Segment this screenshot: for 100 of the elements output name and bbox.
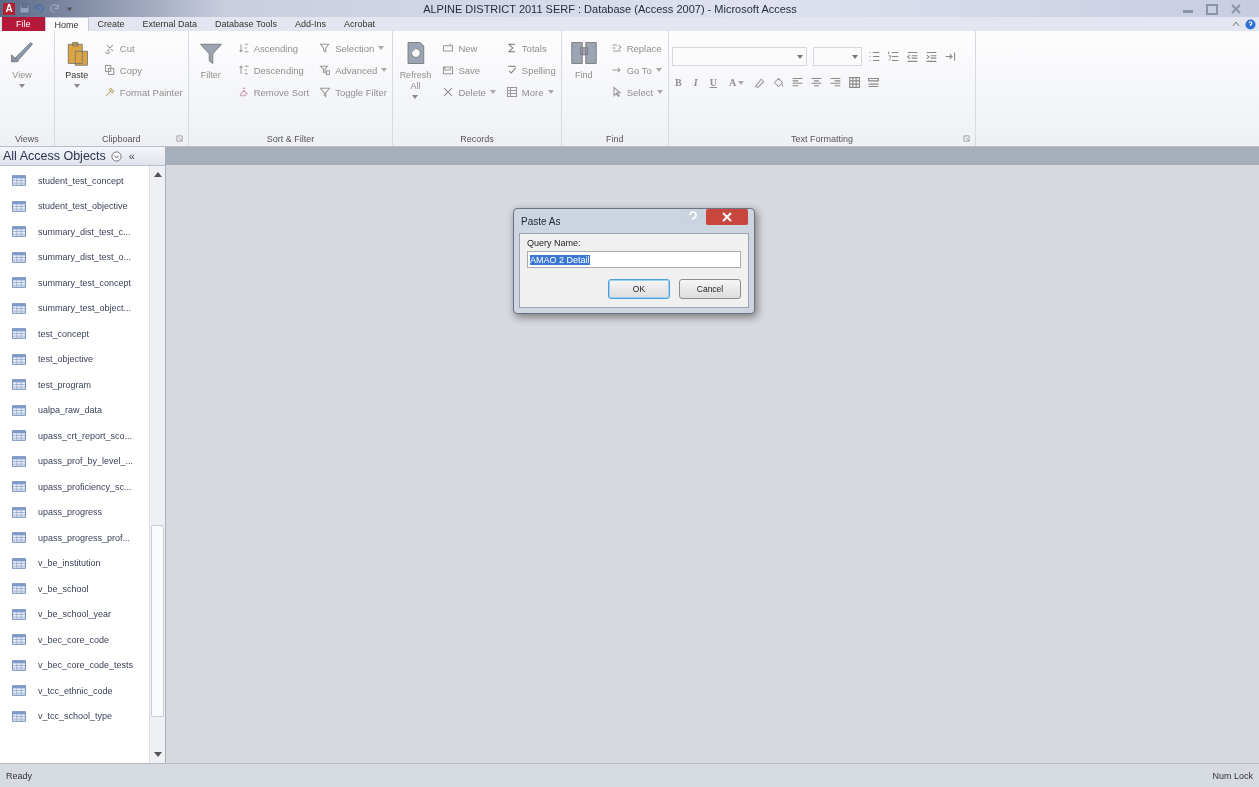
caret-icon bbox=[489, 90, 496, 94]
ribbon-tab[interactable]: Database Tools bbox=[206, 17, 286, 31]
ribbon-tab[interactable]: External Data bbox=[133, 17, 207, 31]
ribbon-button[interactable]: Paste bbox=[57, 39, 96, 132]
table-list-item[interactable]: v_bec_core_code bbox=[0, 627, 149, 653]
navigation-pane-title[interactable]: All Access Objects bbox=[3, 149, 106, 163]
table-list-item[interactable]: summary_test_object... bbox=[0, 295, 149, 321]
table-icon bbox=[12, 481, 26, 493]
minimize-ribbon-icon[interactable] bbox=[1231, 19, 1241, 29]
group-label: Views bbox=[15, 134, 39, 144]
table-icon bbox=[12, 659, 26, 671]
caret-icon bbox=[412, 95, 419, 99]
field-label: Query Name: bbox=[527, 238, 582, 248]
new-record-icon bbox=[442, 42, 455, 54]
table-list-item[interactable]: upass_proficiency_sc... bbox=[0, 474, 149, 500]
numbering-icon[interactable] bbox=[887, 50, 901, 63]
binoculars-icon bbox=[569, 39, 598, 67]
grid-icon bbox=[505, 86, 518, 98]
table-list-item[interactable]: v_tcc_ethnic_code bbox=[0, 678, 149, 704]
group-label: Text Formatting bbox=[791, 134, 854, 144]
sigma-icon bbox=[505, 42, 518, 54]
table-list-item[interactable]: upass_prof_by_level_... bbox=[0, 448, 149, 474]
dropdown-circle-icon[interactable] bbox=[110, 150, 122, 162]
table-list-item[interactable]: v_be_school bbox=[0, 576, 149, 602]
align-left-icon[interactable] bbox=[791, 76, 805, 89]
num-lock-indicator: Num Lock bbox=[1212, 770, 1253, 781]
table-list-item[interactable]: upass_progress bbox=[0, 499, 149, 525]
window-title: ALPINE DISTRICT 2011 SERF : Database (Access 2007) - Microsoft Access bbox=[422, 2, 798, 15]
table-icon bbox=[12, 353, 26, 365]
align-right-icon[interactable] bbox=[829, 76, 843, 89]
table-icon bbox=[12, 200, 26, 212]
increase-indent-icon[interactable] bbox=[925, 50, 939, 63]
table-icon bbox=[12, 634, 26, 646]
spelling-icon bbox=[505, 64, 518, 76]
table-list-item[interactable]: v_be_institution bbox=[0, 550, 149, 576]
table-icon bbox=[12, 430, 26, 442]
table-icon bbox=[12, 685, 26, 697]
ribbon-tab[interactable]: File bbox=[2, 17, 45, 31]
caret-icon bbox=[657, 90, 664, 94]
close-icon[interactable] bbox=[706, 209, 748, 225]
redo-icon[interactable] bbox=[49, 3, 60, 14]
save-icon bbox=[442, 64, 455, 76]
group-label: Sort & Filter bbox=[266, 134, 315, 144]
table-list-item[interactable]: test_program bbox=[0, 372, 149, 398]
dialog-launcher-icon[interactable] bbox=[175, 135, 183, 142]
table-icon bbox=[12, 557, 26, 569]
table-list-item[interactable]: upass_crt_report_sco... bbox=[0, 423, 149, 449]
highlighter-icon[interactable] bbox=[753, 76, 767, 89]
caret-icon bbox=[797, 54, 804, 59]
table-icon bbox=[12, 302, 26, 314]
ribbon-tab[interactable]: Create bbox=[88, 17, 134, 31]
gridlines-icon[interactable] bbox=[848, 76, 862, 89]
table-list-item[interactable]: student_test_objective bbox=[0, 193, 149, 219]
alternate-row-icon[interactable] bbox=[867, 76, 881, 89]
collapse-pane-button[interactable]: « bbox=[126, 150, 137, 162]
scrollbar-thumb[interactable] bbox=[151, 525, 164, 717]
fill-bucket-icon[interactable] bbox=[772, 76, 786, 89]
scroll-up-icon[interactable] bbox=[153, 171, 162, 177]
table-icon bbox=[12, 328, 26, 340]
caret-icon bbox=[378, 46, 385, 50]
save-icon[interactable] bbox=[19, 3, 30, 14]
table-list-item[interactable]: student_test_concept bbox=[0, 168, 149, 194]
scrollbar[interactable] bbox=[149, 166, 165, 763]
table-icon bbox=[12, 583, 26, 595]
table-icon bbox=[12, 532, 26, 544]
table-list-item[interactable]: summary_test_concept bbox=[0, 270, 149, 296]
table-list-item[interactable]: summary_dist_test_o... bbox=[0, 244, 149, 270]
caret-icon bbox=[655, 68, 662, 72]
caret-icon bbox=[381, 68, 388, 72]
replace-icon bbox=[610, 42, 623, 54]
table-list-item[interactable]: test_concept bbox=[0, 321, 149, 347]
caret-icon bbox=[73, 84, 80, 88]
align-center-icon[interactable] bbox=[810, 76, 824, 89]
table-list-item[interactable]: ualpa_raw_data bbox=[0, 397, 149, 423]
dialog-launcher-icon[interactable] bbox=[963, 135, 971, 142]
decrease-indent-icon[interactable] bbox=[906, 50, 920, 63]
table-list-item[interactable]: v_be_school_year bbox=[0, 601, 149, 627]
ribbon-tab[interactable]: Add-Ins bbox=[285, 17, 335, 31]
brush-icon bbox=[103, 86, 116, 98]
table-list-item[interactable]: v_bec_core_code_tests bbox=[0, 652, 149, 678]
caret-icon bbox=[19, 84, 25, 88]
table-list-item[interactable]: v_tcc_school_type bbox=[0, 703, 149, 729]
paragraph-direction-icon[interactable] bbox=[944, 50, 958, 63]
group-label: Clipboard bbox=[102, 134, 141, 144]
table-list-item[interactable]: test_objective bbox=[0, 346, 149, 372]
table-icon bbox=[12, 404, 26, 416]
table-icon bbox=[12, 251, 26, 263]
ribbon-tab[interactable]: Home bbox=[44, 17, 89, 31]
scroll-down-icon[interactable] bbox=[153, 752, 162, 758]
table-icon bbox=[12, 710, 26, 722]
help-icon[interactable] bbox=[1245, 18, 1256, 30]
table-list-item[interactable]: upass_progress_prof... bbox=[0, 525, 149, 551]
group-label: Records bbox=[460, 134, 494, 144]
table-icon bbox=[12, 226, 26, 238]
table-list-item[interactable]: summary_dist_test_c... bbox=[0, 219, 149, 245]
ok-button[interactable]: OK bbox=[608, 279, 670, 299]
cancel-button[interactable]: Cancel bbox=[679, 279, 741, 299]
table-icon bbox=[12, 608, 26, 620]
query-name-field[interactable]: AMAO 2 Detail bbox=[527, 251, 741, 268]
ribbon-tab[interactable]: Acrobat bbox=[335, 17, 384, 31]
